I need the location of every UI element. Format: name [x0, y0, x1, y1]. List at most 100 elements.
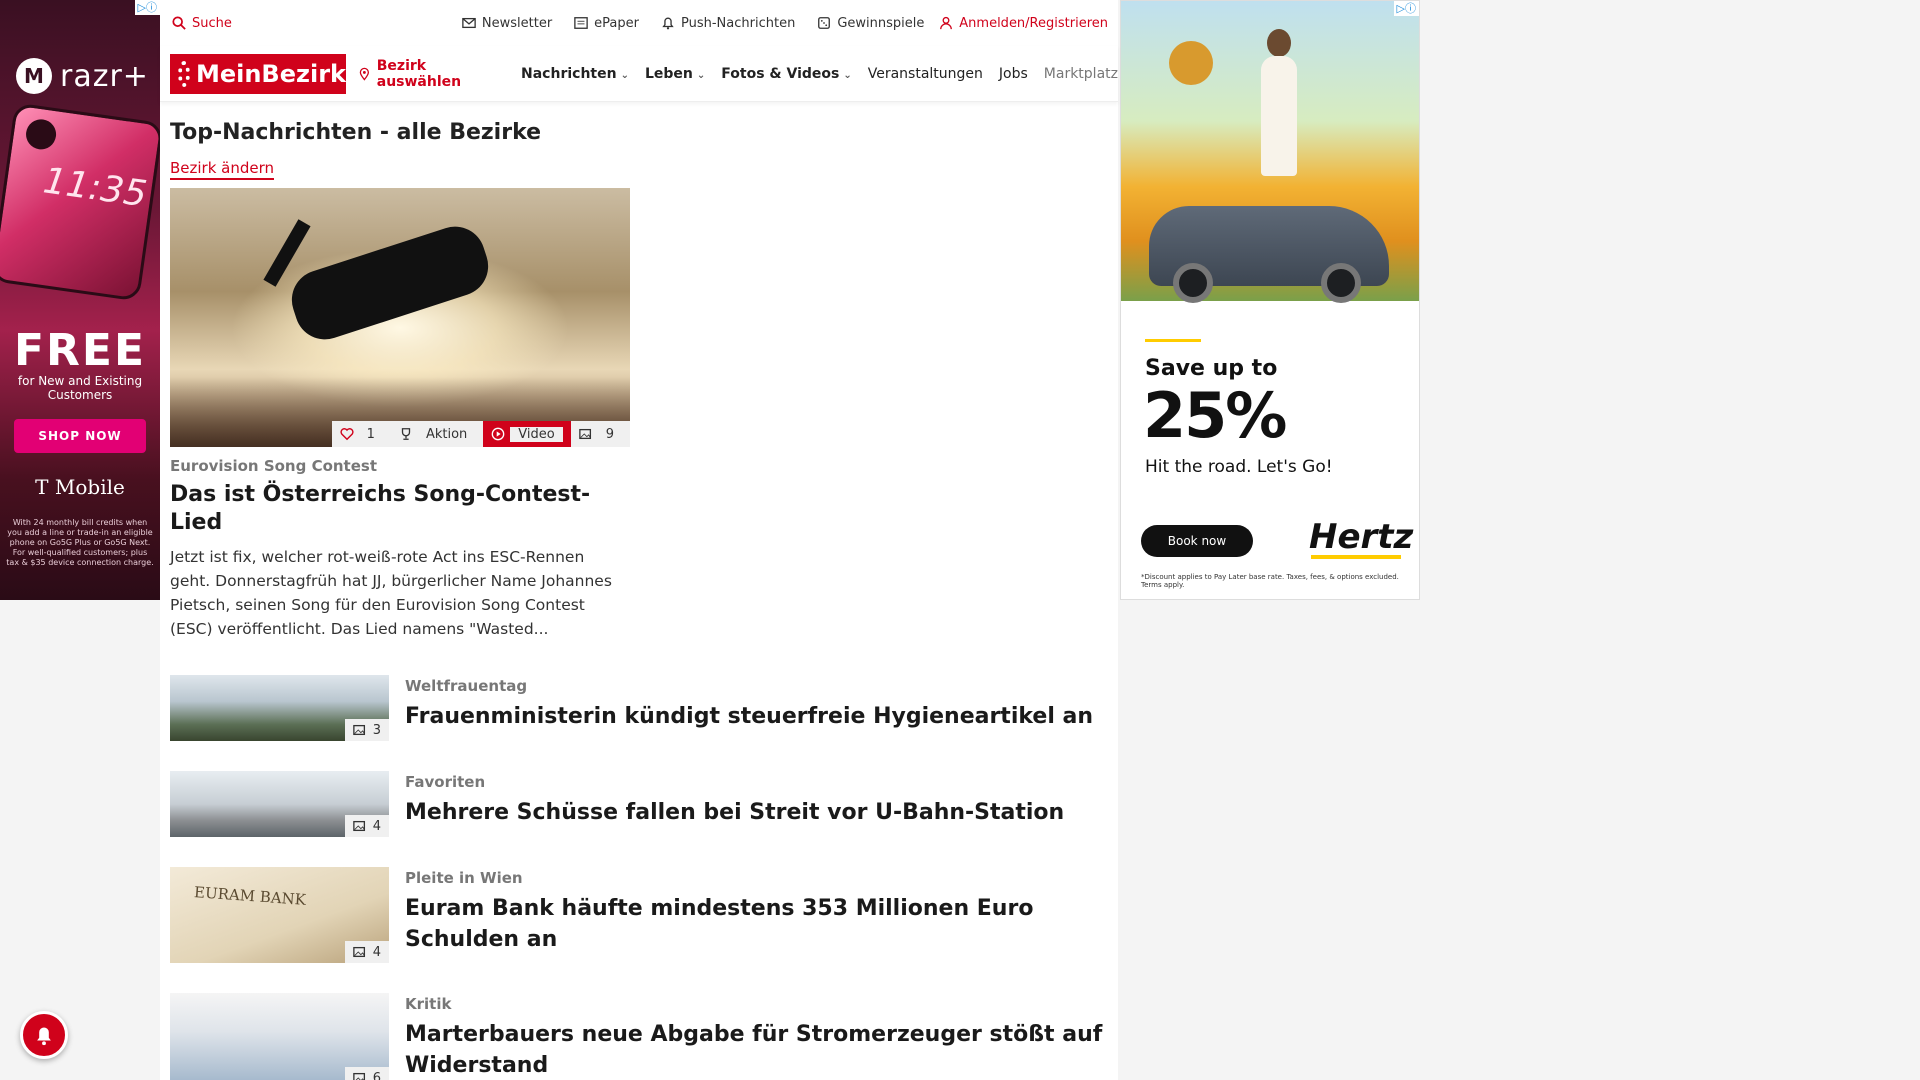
ad-shop-now-button[interactable]: SHOP NOW [14, 419, 146, 453]
user-icon [940, 16, 953, 30]
lead-teaser: Jetzt ist fix, welcher rot-weiß-rote Act… [170, 548, 612, 638]
ad-headline: FREE [13, 325, 147, 376]
bell-icon [662, 17, 674, 30]
login-link[interactable]: Anmelden/Registrieren [939, 16, 1108, 31]
lead-article-image[interactable]: 1 Aktion Video 9 [170, 188, 630, 447]
ad-fine-print: With 24 monthly bill credits when you ad… [6, 518, 154, 567]
gewinnspiele-link[interactable]: Gewinnspiele [817, 16, 924, 31]
article-thumbnail[interactable]: 4 [170, 771, 389, 837]
site-logo[interactable]: MeinBezirk [170, 53, 346, 94]
lead-kicker: Eurovision Song Contest [170, 457, 378, 475]
notification-bell-button[interactable] [20, 1011, 68, 1059]
login-label: Anmelden/Registrieren [959, 15, 1108, 31]
article-text: Favoriten Mehrere Schüsse fallen bei Str… [405, 771, 1105, 837]
left-ad-banner[interactable]: ▷ⓘ M razr+ 11:35 FREE for New and Existi… [0, 0, 160, 600]
list-item[interactable]: EURAM BANK 4 Pleite in Wien Euram Bank h… [170, 867, 1118, 963]
nav-item-jobs[interactable]: Jobs [999, 66, 1028, 82]
ad-advertiser-logo: T Mobile [35, 475, 125, 499]
bell-icon [37, 1027, 51, 1046]
ad-book-now-button[interactable]: Book now [1141, 525, 1253, 557]
gallery-icon [352, 820, 365, 832]
photo-count-badge: 4 [344, 815, 389, 837]
trophy-icon [401, 428, 411, 440]
search-link[interactable]: Suche [172, 16, 232, 31]
push-notifications-link[interactable]: Push-Nachrichten [661, 16, 795, 31]
photo-count: 3 [372, 722, 381, 738]
ad-choices-icon[interactable]: ▷ⓘ [1393, 1, 1419, 16]
photo-count-badge: 4 [344, 941, 389, 963]
motorola-logo-icon: M [16, 58, 52, 94]
search-label: Suche [192, 15, 232, 31]
video-badge[interactable]: Video [483, 421, 571, 447]
push-label: Push-Nachrichten [681, 15, 796, 31]
article-thumbnail[interactable]: EURAM BANK 4 [170, 867, 389, 963]
bezirk-select-button[interactable]: Bezirk auswählen [358, 58, 503, 90]
ad-choices-icon[interactable]: ▷ⓘ [134, 0, 160, 15]
gallery-icon [352, 724, 365, 736]
heart-icon [340, 428, 354, 441]
search-icon [172, 16, 186, 30]
article-text: Pleite in Wien Euram Bank häufte mindest… [405, 867, 1105, 963]
gallery-icon [352, 946, 365, 958]
main-nav: MeinBezirk Bezirk auswählen Nachrichten ⌄… [160, 46, 1118, 102]
chevron-down-icon: ⌄ [620, 69, 629, 81]
ad-car-wheel [1173, 263, 1213, 303]
nav-item-label: Leben [644, 65, 693, 82]
epaper-link[interactable]: ePaper [574, 16, 639, 31]
newsletter-label: Newsletter [481, 15, 553, 31]
ad-brand: M razr+ [16, 58, 149, 94]
chevron-down-icon: ⌄ [696, 69, 706, 81]
article-kicker: Pleite in Wien [405, 869, 523, 887]
ad-hat-shape [1169, 41, 1213, 85]
ad-advertiser-logo: Hertz [1309, 517, 1414, 557]
mail-icon [462, 17, 476, 29]
photo-count: 9 [597, 426, 622, 442]
camera-icon [24, 117, 59, 152]
gallery-icon [352, 1072, 365, 1080]
nav-item-leben[interactable]: Leben ⌄ [645, 66, 705, 82]
nav-items: Nachrichten ⌄ Leben ⌄ Fotos & Videos ⌄ Vera… [521, 66, 1118, 82]
nav-item-marktplatz[interactable]: Marktplatz [1044, 66, 1118, 82]
aktion-badge: Aktion [390, 421, 484, 447]
ad-product-name: razr+ [60, 58, 149, 94]
like-badge[interactable]: 1 [331, 421, 391, 447]
play-icon [491, 427, 505, 441]
like-count: 1 [358, 426, 383, 442]
nav-item-fotos-videos[interactable]: Fotos & Videos ⌄ [721, 66, 851, 82]
list-item[interactable]: 6 Kritik Marterbauers neue Abgabe für St… [170, 993, 1118, 1080]
photo-count-badge: 3 [344, 719, 389, 741]
article-title[interactable]: Mehrere Schüsse fallen bei Streit vor U-… [405, 797, 1105, 828]
article-text: Kritik Marterbauers neue Abgabe für Stro… [405, 993, 1105, 1080]
article-kicker: Weltfrauentag [405, 677, 528, 695]
article-title[interactable]: Euram Bank häufte mindestens 353 Million… [405, 893, 1105, 955]
nav-item-nachrichten[interactable]: Nachrichten ⌄ [521, 66, 629, 82]
article-title[interactable]: Frauenministerin kündigt steuerfreie Hyg… [405, 701, 1105, 732]
article-title[interactable]: Marterbauers neue Abgabe für Stromerzeug… [405, 1019, 1105, 1080]
main-content: Suche Newsletter ePaper Push-Nachrichten… [160, 0, 1118, 1080]
newsletter-link[interactable]: Newsletter [462, 16, 552, 31]
ad-fine-print: *Discount applies to Pay Later base rate… [1141, 573, 1399, 589]
ad-logo-underline [1311, 555, 1401, 559]
list-item[interactable]: 4 Favoriten Mehrere Schüsse fallen bei S… [170, 771, 1118, 837]
article-thumbnail[interactable]: 3 [170, 675, 389, 741]
map-pin-icon [359, 67, 369, 81]
right-ad-banner[interactable]: ▷ⓘ Save up to 25% Hit the road. Let's Go… [1120, 0, 1420, 600]
photo-count-badge: 6 [344, 1067, 389, 1080]
list-item[interactable]: 3 Weltfrauentag Frauenministerin kündigt… [170, 675, 1118, 741]
ad-phone-image: 11:35 [0, 102, 160, 302]
photo-count: 4 [372, 818, 381, 834]
lead-title[interactable]: Das ist Österreichs Song-Contest-Lied [170, 481, 630, 537]
ad-phone-time: 11:35 [40, 160, 150, 216]
article-thumbnail[interactable]: 6 [170, 993, 389, 1080]
ad-scene-image [1121, 1, 1419, 303]
photo-count-badge: 9 [570, 421, 630, 447]
article-list: 3 Weltfrauentag Frauenministerin kündigt… [170, 675, 1118, 1080]
lead-article[interactable]: 1 Aktion Video 9 Eurovision Song Contest… [170, 188, 630, 641]
aktion-label: Aktion [417, 426, 476, 442]
article-kicker: Kritik [405, 995, 452, 1013]
video-label: Video [510, 426, 563, 442]
ad-subline: for New and Existing Customers [17, 374, 143, 402]
change-bezirk-link[interactable]: Bezirk ändern [170, 159, 275, 180]
nav-item-veranstaltungen[interactable]: Veranstaltungen [868, 66, 983, 82]
logo-text: MeinBezirk [195, 59, 346, 88]
